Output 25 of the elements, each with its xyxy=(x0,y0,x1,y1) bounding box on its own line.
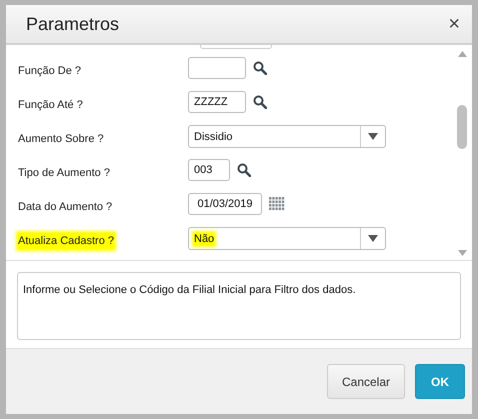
scroll-up-icon[interactable] xyxy=(458,51,466,57)
dropdown[interactable]: Dissidio xyxy=(188,125,386,148)
search-icon[interactable] xyxy=(237,163,251,177)
field-label: Atualiza Cadastro ? xyxy=(18,233,114,249)
caret-icon xyxy=(368,133,378,140)
input-field[interactable] xyxy=(188,57,246,79)
field-label: Função Até ? xyxy=(18,98,83,113)
caret-icon xyxy=(368,235,378,242)
field-label: Data do Aumento ? xyxy=(18,200,112,215)
search-icon[interactable] xyxy=(253,95,267,109)
cancel-button[interactable]: Cancelar xyxy=(327,364,405,399)
dialog-title: Parametros xyxy=(26,14,120,34)
dropdown[interactable]: Não xyxy=(188,227,386,250)
scroll-down-icon[interactable] xyxy=(458,250,466,256)
search-icon[interactable] xyxy=(253,61,267,75)
close-button[interactable]: × xyxy=(448,14,460,34)
calendar-icon[interactable] xyxy=(269,197,285,211)
field-label: Aumento Sobre ? xyxy=(18,132,104,147)
scrollbar-thumb[interactable] xyxy=(457,105,467,149)
date-field[interactable]: 01/03/2019 xyxy=(188,193,262,215)
input-field[interactable]: ZZZZZ xyxy=(188,91,246,113)
help-text: Informe ou Selecione o Código da Filial Inicial para Filtro dos dados. xyxy=(23,284,356,296)
field-label: Função De ? xyxy=(18,64,81,79)
input-field[interactable]: 003 xyxy=(188,159,230,181)
field-label: Tipo de Aumento ? xyxy=(18,166,110,181)
